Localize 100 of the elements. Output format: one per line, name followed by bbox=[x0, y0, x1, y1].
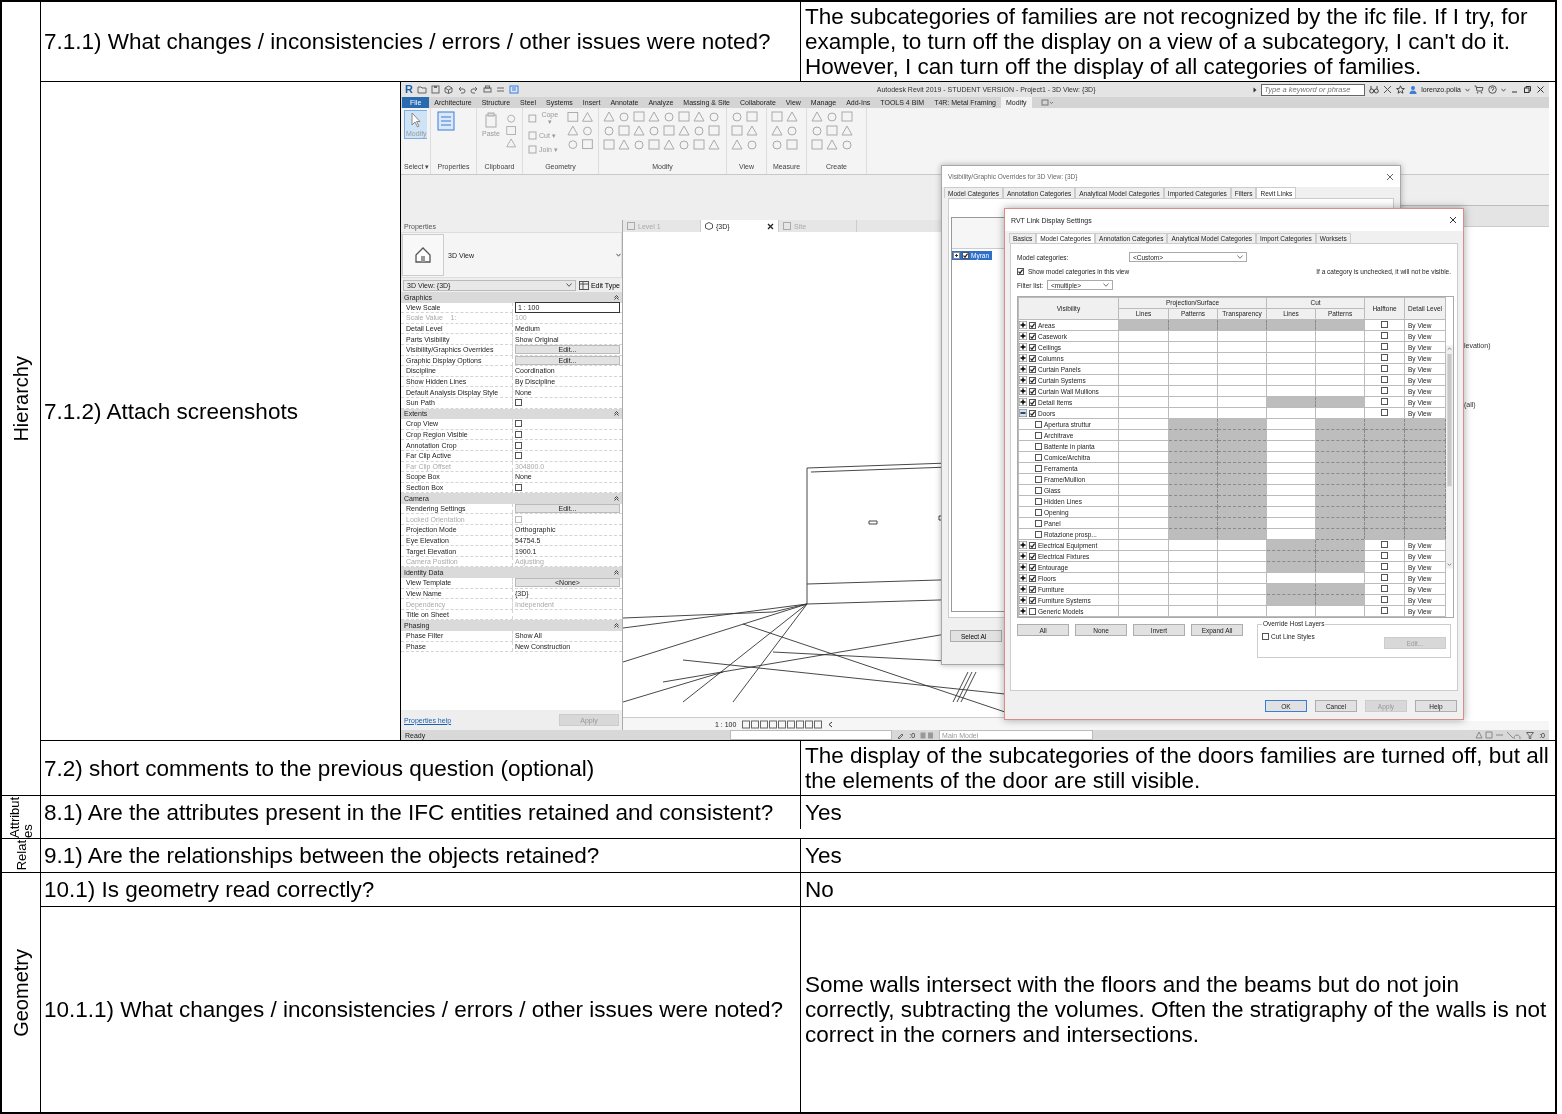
checkbox[interactable] bbox=[1381, 563, 1389, 570]
checkbox[interactable] bbox=[1029, 321, 1036, 329]
checkbox[interactable] bbox=[1035, 486, 1042, 494]
expand-icon[interactable] bbox=[1019, 387, 1027, 395]
save-icon[interactable] bbox=[430, 85, 440, 94]
table-cell[interactable] bbox=[1404, 473, 1446, 485]
checkbox[interactable] bbox=[515, 431, 522, 438]
table-cell[interactable] bbox=[1364, 462, 1405, 474]
expand-icon[interactable] bbox=[1019, 552, 1027, 560]
table-cell[interactable] bbox=[1404, 506, 1446, 518]
table-cell[interactable] bbox=[1404, 462, 1446, 474]
table-cell[interactable] bbox=[1404, 440, 1446, 452]
checkbox[interactable] bbox=[1029, 585, 1036, 593]
open-folder-icon[interactable] bbox=[416, 85, 427, 94]
checkbox[interactable] bbox=[1381, 343, 1389, 350]
printer-icon[interactable] bbox=[482, 85, 492, 94]
table-cell[interactable] bbox=[1364, 374, 1405, 386]
table-cell[interactable] bbox=[1364, 451, 1405, 463]
checkbox[interactable] bbox=[962, 252, 969, 259]
table-cell[interactable] bbox=[1364, 484, 1405, 496]
caret-icon[interactable] bbox=[1501, 87, 1506, 92]
expand-icon[interactable] bbox=[1019, 398, 1027, 406]
checkbox[interactable] bbox=[1381, 354, 1389, 361]
checkbox[interactable] bbox=[1381, 574, 1389, 581]
collapse-icon[interactable] bbox=[614, 570, 619, 576]
table-cell[interactable] bbox=[1364, 572, 1405, 584]
expand-icon[interactable] bbox=[1019, 585, 1027, 593]
user-icon[interactable] bbox=[1409, 85, 1418, 94]
redo-icon[interactable] bbox=[469, 85, 479, 94]
checkbox[interactable] bbox=[1029, 574, 1036, 582]
checkbox[interactable] bbox=[1381, 321, 1389, 328]
workset-field[interactable] bbox=[730, 730, 893, 740]
view-control-icons-drawing[interactable] bbox=[742, 719, 823, 729]
checkbox[interactable] bbox=[1029, 354, 1036, 362]
checkbox[interactable] bbox=[515, 484, 522, 491]
expand-icon[interactable] bbox=[1019, 321, 1027, 329]
close-icon[interactable] bbox=[767, 222, 774, 230]
table-cell[interactable] bbox=[1364, 506, 1405, 518]
checkbox[interactable] bbox=[1035, 464, 1042, 472]
table-cell[interactable] bbox=[1364, 319, 1405, 331]
checkbox[interactable] bbox=[1035, 420, 1042, 428]
table-cell[interactable] bbox=[1364, 473, 1405, 485]
collapse-icon[interactable] bbox=[1019, 409, 1027, 417]
checkbox[interactable] bbox=[1035, 453, 1042, 461]
table-cell[interactable] bbox=[1364, 363, 1405, 375]
checkbox[interactable] bbox=[1035, 519, 1042, 527]
checkbox[interactable] bbox=[1029, 343, 1036, 351]
checkbox[interactable] bbox=[1029, 541, 1036, 549]
table-cell[interactable] bbox=[1364, 550, 1405, 562]
checkbox[interactable] bbox=[1381, 332, 1389, 339]
checkbox[interactable] bbox=[1029, 596, 1036, 604]
collapse-icon[interactable] bbox=[614, 623, 619, 629]
checkbox[interactable] bbox=[515, 399, 522, 407]
checkbox[interactable] bbox=[1035, 475, 1042, 483]
checkbox[interactable] bbox=[1029, 376, 1036, 384]
checkbox[interactable] bbox=[1029, 365, 1036, 373]
table-cell[interactable] bbox=[1364, 561, 1405, 573]
table-cell[interactable] bbox=[1364, 418, 1405, 430]
table-cell[interactable] bbox=[1364, 396, 1405, 408]
checkbox[interactable] bbox=[1035, 442, 1042, 450]
checkbox[interactable] bbox=[1035, 508, 1042, 516]
checkbox[interactable] bbox=[1381, 585, 1389, 592]
checkbox[interactable] bbox=[1029, 387, 1036, 395]
checkbox[interactable] bbox=[1381, 376, 1389, 383]
checkbox[interactable] bbox=[1029, 552, 1036, 560]
table-cell[interactable] bbox=[1364, 440, 1405, 452]
checkbox[interactable] bbox=[515, 441, 522, 449]
close-icon[interactable] bbox=[1449, 216, 1457, 224]
table-cell[interactable] bbox=[1364, 429, 1405, 441]
expand-icon[interactable] bbox=[1019, 354, 1027, 362]
checkbox[interactable] bbox=[1381, 596, 1389, 603]
expand-arrow-icon[interactable] bbox=[1253, 86, 1258, 93]
scroll-left-icon[interactable] bbox=[828, 720, 834, 728]
checkbox[interactable] bbox=[1035, 497, 1042, 505]
expand-icon[interactable] bbox=[1019, 365, 1027, 373]
checkbox[interactable] bbox=[1262, 633, 1269, 640]
table-cell[interactable] bbox=[1404, 451, 1446, 463]
table-cell[interactable] bbox=[1364, 385, 1405, 397]
close-icon[interactable] bbox=[1536, 85, 1545, 94]
panel-toggle-icon[interactable] bbox=[1039, 97, 1054, 108]
checkbox[interactable] bbox=[1035, 431, 1042, 439]
star-icon[interactable] bbox=[1396, 85, 1406, 94]
expand-icon[interactable] bbox=[1019, 563, 1027, 571]
checkbox[interactable] bbox=[1029, 332, 1036, 340]
restore-icon[interactable] bbox=[1523, 85, 1532, 94]
collapse-icon[interactable] bbox=[614, 411, 619, 417]
checkbox[interactable] bbox=[1381, 552, 1389, 559]
table-cell[interactable] bbox=[1364, 583, 1405, 595]
expand-icon[interactable] bbox=[1019, 596, 1027, 604]
table-cell[interactable] bbox=[1404, 484, 1446, 496]
expand-icon[interactable] bbox=[1019, 376, 1027, 384]
collapse-icon[interactable] bbox=[614, 496, 619, 502]
collapse-icon[interactable] bbox=[614, 294, 619, 300]
table-cell[interactable] bbox=[1404, 528, 1446, 540]
checkbox[interactable] bbox=[1029, 409, 1036, 417]
checkbox[interactable] bbox=[1381, 541, 1389, 548]
expand-icon[interactable] bbox=[1019, 541, 1027, 549]
table-cell[interactable] bbox=[1404, 495, 1446, 507]
cart-icon[interactable] bbox=[1474, 85, 1484, 94]
table-cell[interactable] bbox=[1404, 429, 1446, 441]
